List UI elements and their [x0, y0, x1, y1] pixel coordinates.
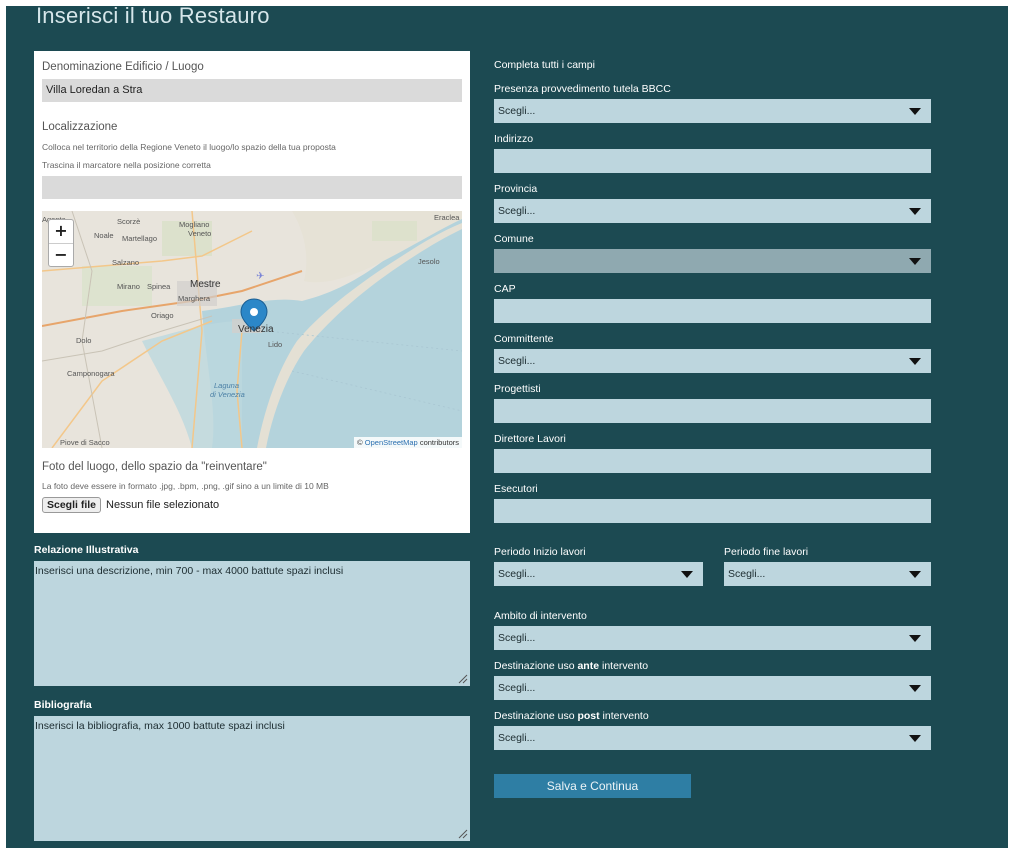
map-label: Scorzè [117, 217, 141, 226]
chevron-down-icon [909, 571, 921, 578]
chevron-down-icon [909, 258, 921, 265]
chevron-down-icon [909, 635, 921, 642]
committente-label: Committente [494, 333, 554, 345]
bibliografia-placeholder: Inserisci la bibliografia, max 1000 batt… [35, 720, 285, 732]
map-label: Lido [268, 340, 283, 349]
direttore-label: Direttore Lavori [494, 433, 566, 445]
bibliografia-textarea[interactable]: Inserisci la bibliografia, max 1000 batt… [34, 716, 470, 841]
map-label: Camponogara [67, 369, 115, 378]
file-status: Nessun file selezionato [106, 499, 220, 511]
contributors-text: contributors [419, 438, 459, 447]
map-attribution: © OpenStreetMap contributors [354, 437, 462, 448]
relazione-label: Relazione Illustrativa [34, 544, 139, 556]
map-label: Salzano [112, 258, 140, 267]
cap-label: CAP [494, 283, 516, 295]
marker-hint: Trascina il marcatore nella posizione co… [42, 160, 211, 170]
esecutori-input[interactable] [494, 499, 931, 523]
post-select[interactable]: Scegli... [494, 726, 931, 750]
ante-value: Scegli... [498, 682, 536, 694]
map-label: Jesolo [418, 257, 440, 266]
localizzazione-input[interactable] [42, 176, 462, 199]
presenza-label: Presenza provvedimento tutela BBCC [494, 83, 671, 95]
ante-select[interactable]: Scegli... [494, 676, 931, 700]
file-picker: Scegli file Nessun file selezionato [42, 497, 219, 513]
map-label: Oriago [151, 311, 174, 320]
save-continue-button[interactable]: Salva e Continua [494, 774, 691, 798]
indirizzo-input[interactable] [494, 149, 931, 173]
localizzazione-label: Localizzazione [42, 121, 118, 133]
foto-label: Foto del luogo, dello spazio da "reinven… [42, 461, 267, 473]
denominazione-input[interactable]: Villa Loredan a Stra [42, 79, 462, 102]
chevron-down-icon [909, 735, 921, 742]
ante-label: Destinazione uso ante intervento [494, 660, 649, 672]
map-label: Dolo [76, 336, 92, 345]
cap-input[interactable] [494, 299, 931, 323]
choose-file-button[interactable]: Scegli file [42, 497, 102, 513]
page-title: Inserisci il tuo Restauro [36, 6, 270, 28]
osm-link[interactable]: OpenStreetMap [365, 438, 418, 447]
denominazione-label: Denominazione Edificio / Luogo [42, 61, 204, 73]
zoom-out-button[interactable]: − [49, 244, 73, 267]
post-value: Scegli... [498, 732, 536, 744]
map-label: Veneto [188, 229, 212, 238]
comune-select[interactable] [494, 249, 931, 273]
map-label: Eraclea [434, 213, 460, 222]
svg-text:✈: ✈ [256, 271, 264, 282]
chevron-down-icon [909, 108, 921, 115]
completa-note: Completa tutti i campi [494, 59, 595, 71]
foto-hint: La foto deve essere in formato .jpg, .bp… [42, 481, 329, 491]
chevron-down-icon [909, 685, 921, 692]
fine-label: Periodo fine lavori [724, 546, 809, 558]
fine-select[interactable]: Scegli... [724, 562, 931, 586]
map-label: Venezia [238, 324, 274, 335]
progettisti-label: Progettisti [494, 383, 541, 395]
ambito-select[interactable]: Scegli... [494, 626, 931, 650]
indirizzo-label: Indirizzo [494, 133, 534, 145]
map-label: Piove di Sacco [60, 438, 110, 447]
map-label: Mirano [117, 282, 140, 291]
map-label: di Venezia [210, 390, 245, 399]
presenza-value: Scegli... [498, 105, 536, 117]
copyright-symbol: © [357, 438, 363, 447]
chevron-down-icon [909, 208, 921, 215]
ambito-value: Scegli... [498, 632, 536, 644]
inizio-label: Periodo Inizio lavori [494, 546, 586, 558]
committente-value: Scegli... [498, 355, 536, 367]
map-label: Laguna [214, 381, 240, 390]
bibliografia-label: Bibliografia [34, 699, 92, 711]
relazione-placeholder: Inserisci una descrizione, min 700 - max… [35, 565, 344, 577]
chevron-down-icon [681, 571, 693, 578]
map-label: Marghera [178, 294, 211, 303]
provincia-label: Provincia [494, 183, 538, 195]
map-label: Mogliano [179, 220, 210, 229]
provincia-value: Scegli... [498, 205, 536, 217]
committente-select[interactable]: Scegli... [494, 349, 931, 373]
ambito-label: Ambito di intervento [494, 610, 587, 622]
location-card: Denominazione Edificio / Luogo Villa Lor… [34, 51, 470, 533]
fine-value: Scegli... [728, 568, 766, 580]
map-label: Spinea [147, 282, 171, 291]
esecutori-label: Esecutori [494, 483, 538, 495]
map-label: Martellago [122, 234, 158, 243]
relazione-textarea[interactable]: Inserisci una descrizione, min 700 - max… [34, 561, 470, 686]
progettisti-input[interactable] [494, 399, 931, 423]
location-map[interactable]: ✈ Agenta Scorzè Mogliano Veneto Noale Ma… [42, 211, 462, 448]
map-label: Mestre [190, 279, 221, 290]
provincia-select[interactable]: Scegli... [494, 199, 931, 223]
resize-grip-icon[interactable] [458, 829, 468, 839]
direttore-input[interactable] [494, 449, 931, 473]
presenza-select[interactable]: Scegli... [494, 99, 931, 123]
inizio-value: Scegli... [498, 568, 536, 580]
zoom-in-button[interactable]: + [49, 220, 73, 244]
post-label: Destinazione uso post intervento [494, 710, 649, 722]
inizio-select[interactable]: Scegli... [494, 562, 703, 586]
resize-grip-icon[interactable] [458, 674, 468, 684]
comune-label: Comune [494, 233, 534, 245]
chevron-down-icon [909, 358, 921, 365]
map-label: Noale [94, 231, 114, 240]
localizzazione-hint: Colloca nel territorio della Regione Ven… [42, 142, 336, 152]
page: Inserisci il tuo Restauro Denominazione … [6, 6, 1008, 848]
map-zoom-control: + − [48, 219, 74, 267]
